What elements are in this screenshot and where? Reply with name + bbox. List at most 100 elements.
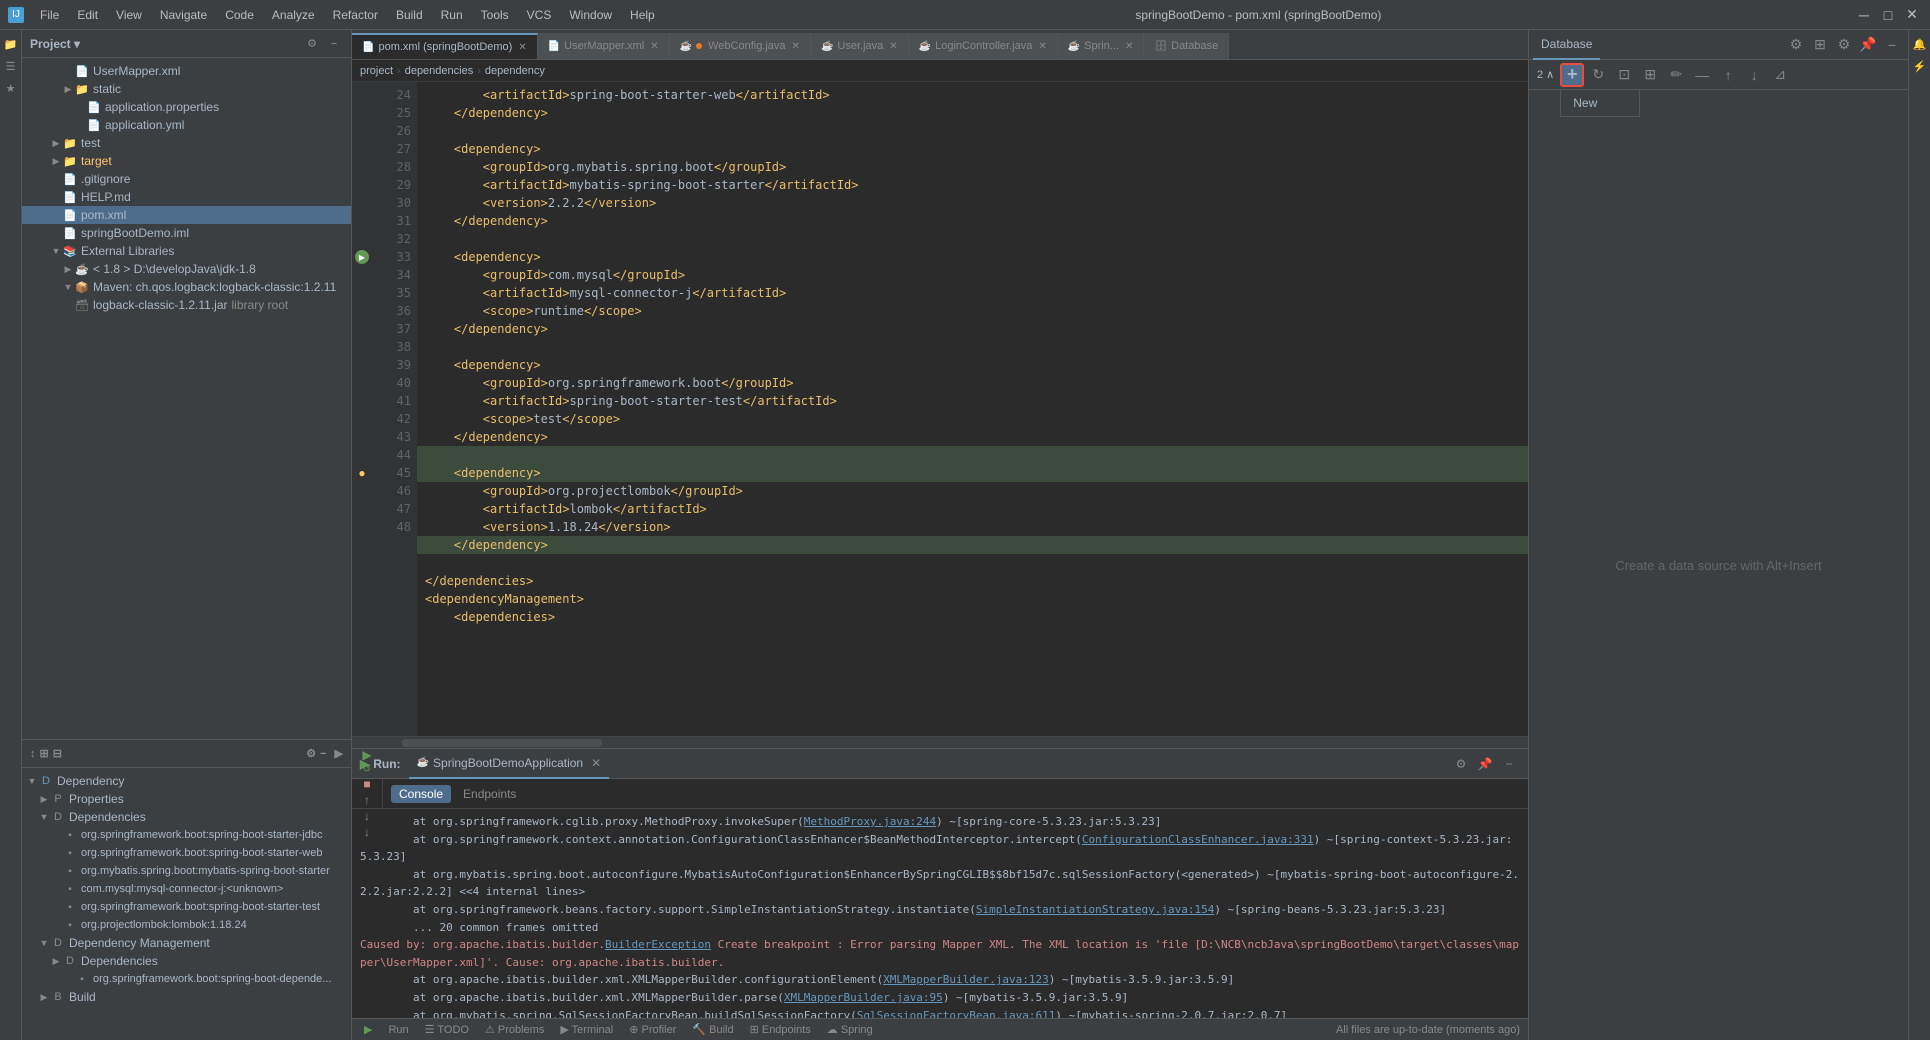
- tree-test[interactable]: ▶ 📁 test: [22, 134, 351, 152]
- structure-icon1[interactable]: ⊞: [40, 747, 49, 760]
- editor-scrollbar[interactable]: [352, 736, 1528, 748]
- code-content[interactable]: <artifactId>spring-boot-starter-web</art…: [417, 82, 1528, 736]
- link-methodproxy[interactable]: MethodProxy.java:244: [804, 815, 936, 828]
- status-endpoints-btn[interactable]: ⊞ Endpoints: [746, 1023, 815, 1036]
- tree-help-md[interactable]: 📄 HELP.md: [22, 188, 351, 206]
- structure-dependency[interactable]: ▼ D Dependency: [22, 772, 351, 790]
- menu-code[interactable]: Code: [217, 6, 262, 24]
- link-builderexc1[interactable]: BuilderException: [605, 938, 711, 951]
- maximize-button[interactable]: □: [1878, 5, 1898, 25]
- structure-dep3[interactable]: ▪ org.mybatis.spring.boot:mybatis-spring…: [22, 862, 351, 880]
- menu-tools[interactable]: Tools: [473, 6, 517, 24]
- link-simpleinst[interactable]: SimpleInstantiationStrategy.java:154: [976, 903, 1214, 916]
- status-problems-btn[interactable]: ⚠ Problems: [481, 1023, 548, 1036]
- structure-dep5[interactable]: ▪ org.springframework.boot:spring-boot-s…: [22, 898, 351, 916]
- tab-close-icon[interactable]: ✕: [1125, 41, 1133, 52]
- run-gutter-icon[interactable]: ▶: [355, 250, 369, 264]
- minimize-run-icon[interactable]: −: [1498, 753, 1520, 775]
- power-icon[interactable]: ⚡: [1910, 56, 1930, 76]
- db-settings-icon[interactable]: ⚙: [1784, 33, 1808, 57]
- structure-spring-dep[interactable]: ▪ org.springframework.boot:spring-boot-d…: [22, 970, 351, 988]
- structure-dep6[interactable]: ▪ org.projectlombok:lombok:1.18.24: [22, 916, 351, 934]
- menu-analyze[interactable]: Analyze: [264, 6, 323, 24]
- code-editor[interactable]: ▶ ●: [352, 82, 1528, 736]
- collapse-icon[interactable]: −: [325, 35, 343, 53]
- tree-logback-jar[interactable]: 🗃 logback-classic-1.2.11.jar library roo…: [22, 296, 351, 314]
- status-build-btn[interactable]: 🔨 Build: [688, 1023, 737, 1036]
- tree-usermapper-xml[interactable]: 📄 UserMapper.xml: [22, 62, 351, 80]
- run-app-tab[interactable]: ☕ SpringBootDemoApplication ✕: [409, 749, 610, 779]
- tree-app-yml[interactable]: 📄 application.yml: [22, 116, 351, 134]
- tree-jdk[interactable]: ▶ ☕ < 1.8 > D:\developJava\jdk-1.8: [22, 260, 351, 278]
- structure-sort-icon[interactable]: ↕: [30, 748, 36, 760]
- structure-collapse-icon[interactable]: −: [320, 748, 326, 760]
- tab-database[interactable]: 🗄 Database: [1144, 33, 1229, 59]
- stop-button[interactable]: ■: [356, 777, 378, 791]
- console-output[interactable]: at org.springframework.cglib.proxy.Metho…: [352, 809, 1528, 1018]
- menu-run[interactable]: Run: [433, 6, 471, 24]
- tab-endpoints[interactable]: Endpoints: [455, 785, 524, 803]
- menu-window[interactable]: Window: [561, 6, 620, 24]
- structure-properties[interactable]: ▶ P Properties: [22, 790, 351, 808]
- menu-file[interactable]: File: [32, 6, 67, 24]
- tab-logincontroller[interactable]: ☕ LoginController.java ✕: [909, 33, 1058, 59]
- link-configclass[interactable]: ConfigurationClassEnhancer.java:331: [1082, 833, 1314, 846]
- tree-external-libs[interactable]: ▼ 📚 External Libraries: [22, 242, 351, 260]
- minimize-button[interactable]: ─: [1854, 5, 1874, 25]
- tab-close-icon[interactable]: ✕: [1038, 41, 1046, 52]
- arrow-up-button[interactable]: ↑: [356, 793, 378, 807]
- project-activity-icon[interactable]: 📁: [1, 34, 21, 54]
- structure-dep4[interactable]: ▪ com.mysql:mysql-connector-j:<unknown>: [22, 880, 351, 898]
- tree-static[interactable]: ▶ 📁 static: [22, 80, 351, 98]
- menu-navigate[interactable]: Navigate: [152, 6, 215, 24]
- db-minimize-icon[interactable]: −: [1880, 33, 1904, 57]
- status-terminal-btn[interactable]: ▶ Terminal: [556, 1023, 617, 1036]
- link-xmlmapper-conf[interactable]: XMLMapperBuilder.java:123: [883, 973, 1049, 986]
- status-profiler-btn[interactable]: ⊕ Profiler: [625, 1023, 680, 1036]
- tab-usermapper[interactable]: 📄 UserMapper.xml ✕: [538, 33, 670, 59]
- db-up-icon[interactable]: ↑: [1716, 63, 1740, 87]
- db-console-icon[interactable]: ⊡: [1612, 63, 1636, 87]
- run-status-icon[interactable]: ▶: [360, 1023, 376, 1036]
- db-refresh-icon[interactable]: ↻: [1586, 63, 1610, 87]
- db-table-icon[interactable]: ⊞: [1638, 63, 1662, 87]
- link-sqlsession[interactable]: SqlSessionFactoryBean.java:611: [857, 1009, 1056, 1018]
- tree-app-properties[interactable]: 📄 application.properties: [22, 98, 351, 116]
- close-button[interactable]: ✕: [1902, 5, 1922, 25]
- tab-close-icon[interactable]: ✕: [792, 41, 800, 52]
- structure-build[interactable]: ▶ B Build: [22, 988, 351, 1006]
- tree-pom-xml[interactable]: 📄 pom.xml: [22, 206, 351, 224]
- tab-user[interactable]: ☕ User.java ✕: [811, 33, 909, 59]
- status-spring-btn[interactable]: ☁ Spring: [823, 1023, 877, 1036]
- db-down-icon[interactable]: ↓: [1742, 63, 1766, 87]
- link-xmlmapper-parse[interactable]: XMLMapperBuilder.java:95: [784, 991, 943, 1004]
- notifications-icon[interactable]: 🔔: [1910, 34, 1930, 54]
- db-layout-icon[interactable]: ⊞: [1808, 33, 1832, 57]
- rerun-button[interactable]: ↺: [356, 764, 378, 775]
- new-dropdown-item[interactable]: New: [1561, 92, 1639, 114]
- structure-activity-icon[interactable]: ☰: [1, 56, 21, 76]
- structure-icon2[interactable]: ⊟: [53, 747, 62, 760]
- status-todo-btn[interactable]: ☰ TODO: [421, 1023, 473, 1036]
- structure-dep2[interactable]: ▪ org.springframework.boot:spring-boot-s…: [22, 844, 351, 862]
- menu-vcs[interactable]: VCS: [519, 6, 560, 24]
- status-run-btn[interactable]: Run: [384, 1024, 412, 1036]
- settings-run-icon[interactable]: ⚙: [1450, 753, 1472, 775]
- structure-dep1[interactable]: ▪ org.springframework.boot:spring-boot-s…: [22, 826, 351, 844]
- db-options-icon[interactable]: ⚙: [1832, 33, 1856, 57]
- structure-dep-mgmt[interactable]: ▼ D Dependency Management: [22, 934, 351, 952]
- tree-gitignore[interactable]: 📄 .gitignore: [22, 170, 351, 188]
- tab-spring[interactable]: ☕ Sprin... ✕: [1058, 33, 1145, 59]
- play-button[interactable]: ▶: [356, 748, 378, 762]
- horizontal-scrollbar[interactable]: [402, 739, 602, 747]
- db-edit-icon[interactable]: ✏: [1664, 63, 1688, 87]
- favorites-activity-icon[interactable]: ★: [1, 78, 21, 98]
- tab-console[interactable]: Console: [391, 785, 451, 803]
- tree-maven-logback[interactable]: ▼ 📦 Maven: ch.qos.logback:logback-classi…: [22, 278, 351, 296]
- db-minus-icon[interactable]: —: [1690, 63, 1714, 87]
- structure-expand-icon[interactable]: ▶: [335, 747, 343, 760]
- add-datasource-button[interactable]: +: [1560, 63, 1584, 87]
- pin-run-icon[interactable]: 📌: [1474, 753, 1496, 775]
- tab-webconfig[interactable]: ☕ WebConfig.java ✕: [670, 33, 811, 59]
- menu-build[interactable]: Build: [388, 6, 431, 24]
